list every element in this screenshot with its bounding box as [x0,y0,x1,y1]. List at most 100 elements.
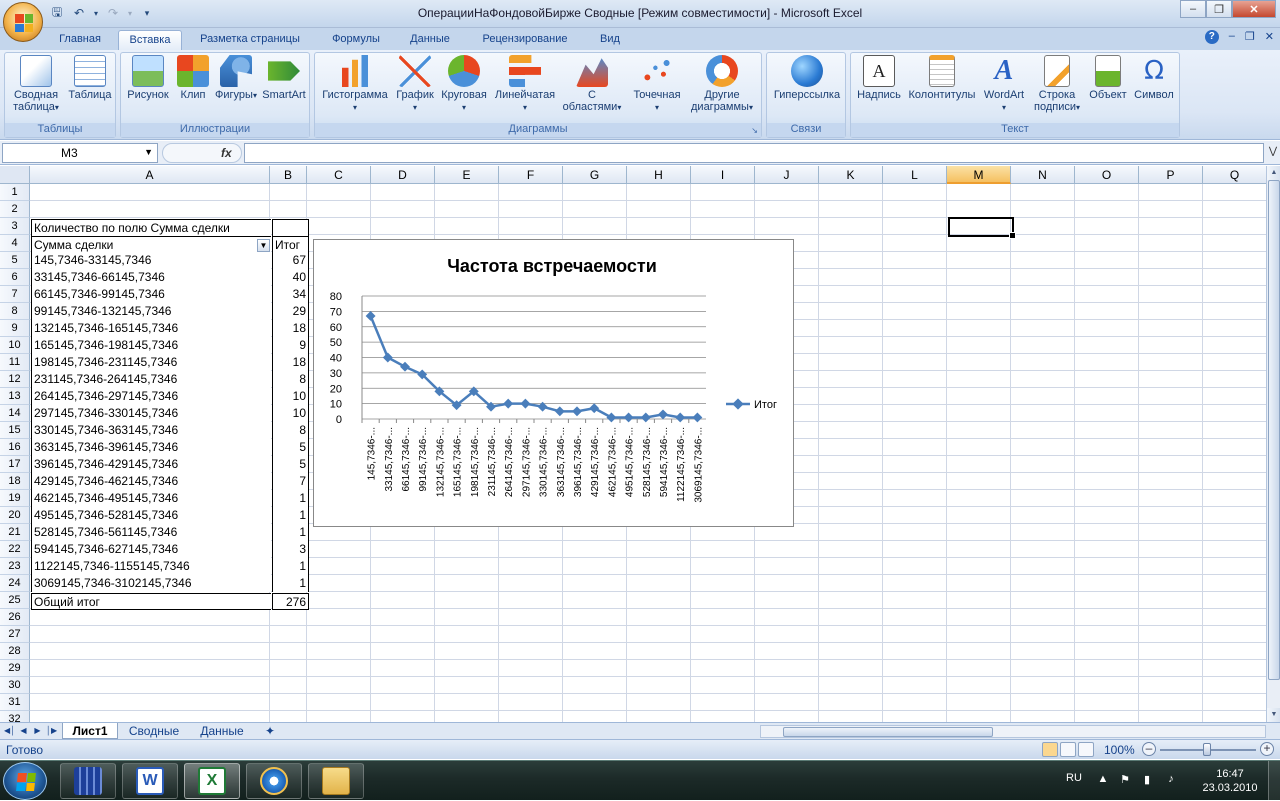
vertical-scrollbar[interactable]: ▲ ▼ [1266,166,1280,722]
pivot-range-cell[interactable]: 396145,7346-429145,7346 [31,456,271,473]
pivot-count-cell[interactable]: 40 [272,269,309,286]
pivot-range-cell[interactable]: 462145,7346-495145,7346 [31,490,271,507]
expand-formula-bar-icon[interactable]: ⋁ [1266,143,1280,163]
column-header-k[interactable]: K [819,166,883,184]
active-cell-m3[interactable] [948,217,1016,239]
column-header-d[interactable]: D [371,166,435,184]
grand-total-label-cell[interactable]: Общий итог [31,593,271,610]
pivot-count-cell[interactable]: 3 [272,541,309,558]
page-layout-view-icon[interactable] [1060,742,1076,757]
row-header-13[interactable]: 13 [0,388,30,405]
column-header-l[interactable]: L [883,166,947,184]
picture-button[interactable]: Рисунок [123,55,173,101]
pivot-count-cell[interactable]: 8 [272,422,309,439]
row-header-8[interactable]: 8 [0,303,30,320]
clock[interactable]: 16:47 23.03.2010 [1194,767,1266,795]
tray-expand-icon[interactable]: ▲ [1096,773,1110,787]
taskbar-app-ie[interactable] [246,763,302,799]
pivot-range-cell[interactable]: 99145,7346-132145,7346 [31,303,271,320]
pivot-count-cell[interactable]: 1 [272,575,309,592]
first-sheet-icon[interactable]: ◀│ [4,725,15,737]
workbook-minimize-icon[interactable]: – [1229,30,1235,44]
zoom-slider-thumb[interactable] [1203,743,1211,756]
symbol-button[interactable]: Ω Символ [1131,55,1177,101]
pivot-range-cell[interactable]: 264145,7346-297145,7346 [31,388,271,405]
row-header-14[interactable]: 14 [0,405,30,422]
taskbar-app-library[interactable] [60,763,116,799]
row-header-18[interactable]: 18 [0,473,30,490]
pivot-count-cell[interactable]: 7 [272,473,309,490]
pivot-table-button[interactable]: Сводная таблица▾ [7,55,65,114]
row-header-5[interactable]: 5 [0,252,30,269]
row-header-16[interactable]: 16 [0,439,30,456]
start-button[interactable] [3,762,47,800]
column-header-a[interactable]: A [30,166,270,184]
column-header-b[interactable]: B [270,166,307,184]
help-icon[interactable]: ? [1204,30,1219,44]
pivot-range-cell[interactable]: 66145,7346-99145,7346 [31,286,271,303]
insert-function-button[interactable]: fx [162,143,242,163]
row-header-2[interactable]: 2 [0,201,30,218]
pivot-range-cell[interactable]: 429145,7346-462145,7346 [31,473,271,490]
pivot-count-cell[interactable]: 5 [272,439,309,456]
line-chart-button[interactable]: График ▾ [393,55,437,114]
name-box[interactable]: M3 ▼ [2,143,158,163]
column-chart-button[interactable]: Гистограмма ▾ [317,55,393,114]
row-header-3[interactable]: 3 [0,218,30,235]
scroll-down-icon[interactable]: ▼ [1267,708,1280,722]
pivot-range-cell[interactable]: 231145,7346-264145,7346 [31,371,271,388]
column-header-f[interactable]: F [499,166,563,184]
column-header-g[interactable]: G [563,166,627,184]
row-header-32[interactable]: 32 [0,711,30,722]
pivot-title-cell-b[interactable] [272,219,309,236]
horizontal-scrollbar[interactable] [760,725,1266,738]
tab-data[interactable]: Данные [398,30,462,50]
close-button[interactable]: ✕ [1232,0,1276,18]
row-header-20[interactable]: 20 [0,507,30,524]
network-icon[interactable]: ▮ [1140,773,1154,787]
taskbar-app-word[interactable]: W [122,763,178,799]
row-header-26[interactable]: 26 [0,609,30,626]
pivot-count-cell[interactable]: 29 [272,303,309,320]
row-header-10[interactable]: 10 [0,337,30,354]
row-header-7[interactable]: 7 [0,286,30,303]
tab-insert[interactable]: Вставка [118,30,182,50]
shapes-button[interactable]: Фигуры▾ [213,55,259,102]
pivot-count-cell[interactable]: 18 [272,320,309,337]
tab-page-layout[interactable]: Разметка страницы [190,30,310,50]
pivot-range-cell[interactable]: 495145,7346-528145,7346 [31,507,271,524]
wordart-button[interactable]: A WordArt ▾ [979,55,1029,114]
normal-view-icon[interactable] [1042,742,1058,757]
grand-total-value-cell[interactable]: 276 [272,593,309,610]
pivot-count-cell[interactable]: 34 [272,286,309,303]
pivot-count-cell[interactable]: 18 [272,354,309,371]
taskbar-app-excel[interactable]: X [184,763,240,799]
show-desktop-button[interactable] [1268,761,1280,801]
pivot-count-cell[interactable]: 5 [272,456,309,473]
column-header-p[interactable]: P [1139,166,1203,184]
row-header-4[interactable]: 4 [0,235,30,252]
other-charts-button[interactable]: Другие диаграммы▾ [689,55,755,114]
row-header-31[interactable]: 31 [0,694,30,711]
worksheet-grid[interactable]: ABCDEFGHIJKLMNOPQ 1 2 3 4 5 6 7 8 9 10 11 12 13 14 15 1… [0,166,1266,722]
pivot-range-cell[interactable]: 145,7346-33145,7346 [31,252,271,269]
workbook-close-icon[interactable]: ✕ [1265,30,1274,44]
pivot-range-cell[interactable]: 330145,7346-363145,7346 [31,422,271,439]
hyperlink-button[interactable]: Гиперссылка [769,55,845,101]
volume-icon[interactable]: ♪ [1164,773,1178,787]
column-header-o[interactable]: O [1075,166,1139,184]
pivot-range-cell[interactable]: 33145,7346-66145,7346 [31,269,271,286]
pivot-range-cell[interactable]: 1122145,7346-1155145,7346 [31,558,271,575]
bar-chart-button[interactable]: Линейчатая ▾ [491,55,559,114]
name-box-dropdown-icon[interactable]: ▼ [144,147,153,157]
language-indicator[interactable]: RU [1066,772,1082,784]
text-box-button[interactable]: A Надпись [853,55,905,101]
pivot-title-cell[interactable]: Количество по полю Сумма сделки [31,219,271,236]
column-header-h[interactable]: H [627,166,691,184]
pie-chart-button[interactable]: Круговая ▾ [437,55,491,114]
pivot-count-cell[interactable]: 10 [272,405,309,422]
row-header-22[interactable]: 22 [0,541,30,558]
vertical-scroll-thumb[interactable] [1268,180,1280,680]
table-button[interactable]: Таблица [65,55,115,101]
row-header-24[interactable]: 24 [0,575,30,592]
